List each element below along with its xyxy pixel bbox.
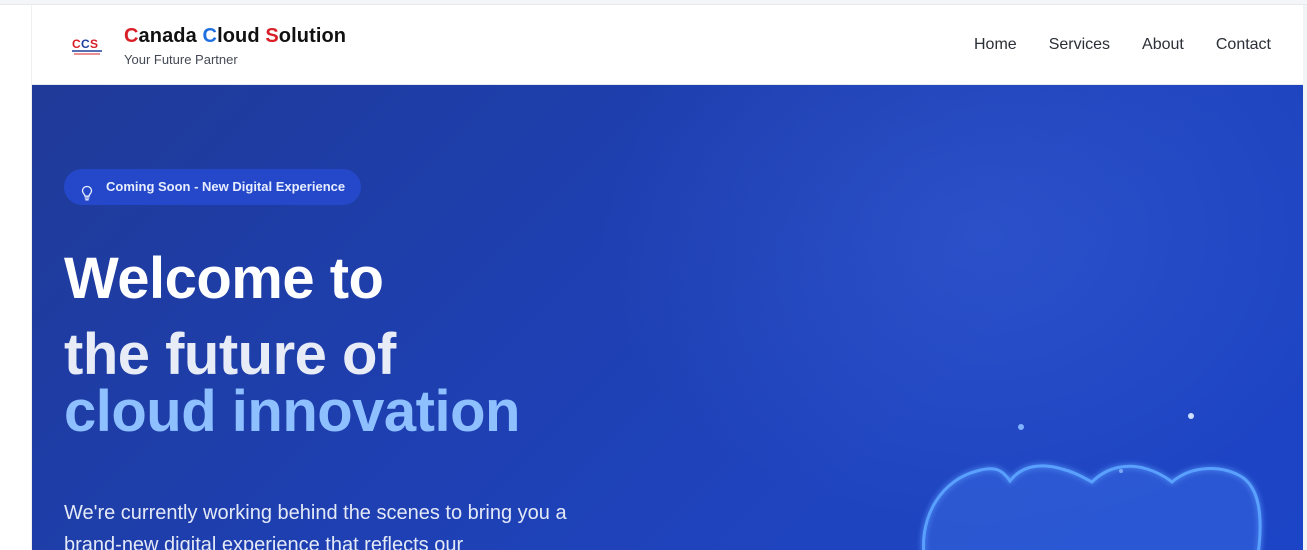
brand-tagline: Your Future Partner [124, 52, 238, 67]
coming-soon-badge: Coming Soon - New Digital Experience [64, 169, 362, 205]
hero-headline-line1: Welcome to [64, 246, 384, 311]
cloud-icon [902, 385, 1302, 550]
main-nav: Home Services About Contact [974, 36, 1271, 54]
left-gutter [0, 5, 32, 550]
svg-text:C: C [72, 37, 81, 51]
site-header: C C S Canada Cloud Solution Your Future … [32, 5, 1303, 85]
nav-services[interactable]: Services [1049, 36, 1110, 54]
brand-letter-c: C [124, 25, 139, 47]
brand-name[interactable]: Canada Cloud Solution [124, 25, 346, 48]
nav-home[interactable]: Home [974, 36, 1017, 54]
hero-headline-line3: cloud innovation [64, 379, 520, 444]
lightbulb-icon [80, 179, 94, 201]
scrollbar-track[interactable] [1303, 5, 1307, 550]
page: C C S Canada Cloud Solution Your Future … [0, 0, 1307, 550]
brand-word-anada: anada [138, 25, 203, 47]
brand-word-loud: loud [217, 25, 266, 47]
brand-word-olution: olution [278, 25, 347, 47]
hero-section: Coming Soon - New Digital Experience Wel… [32, 85, 1303, 550]
svg-text:S: S [90, 37, 98, 51]
ccs-logo-icon[interactable]: C C S [72, 35, 104, 55]
brand-letter-c2: C [202, 25, 218, 47]
hero-subtext: We're currently working behind the scene… [64, 502, 567, 550]
badge-text: Coming Soon - New Digital Experience [106, 179, 346, 194]
svg-text:C: C [81, 37, 90, 51]
nav-about[interactable]: About [1142, 36, 1184, 54]
brand-letter-s: S [265, 25, 279, 47]
nav-contact[interactable]: Contact [1216, 36, 1271, 54]
